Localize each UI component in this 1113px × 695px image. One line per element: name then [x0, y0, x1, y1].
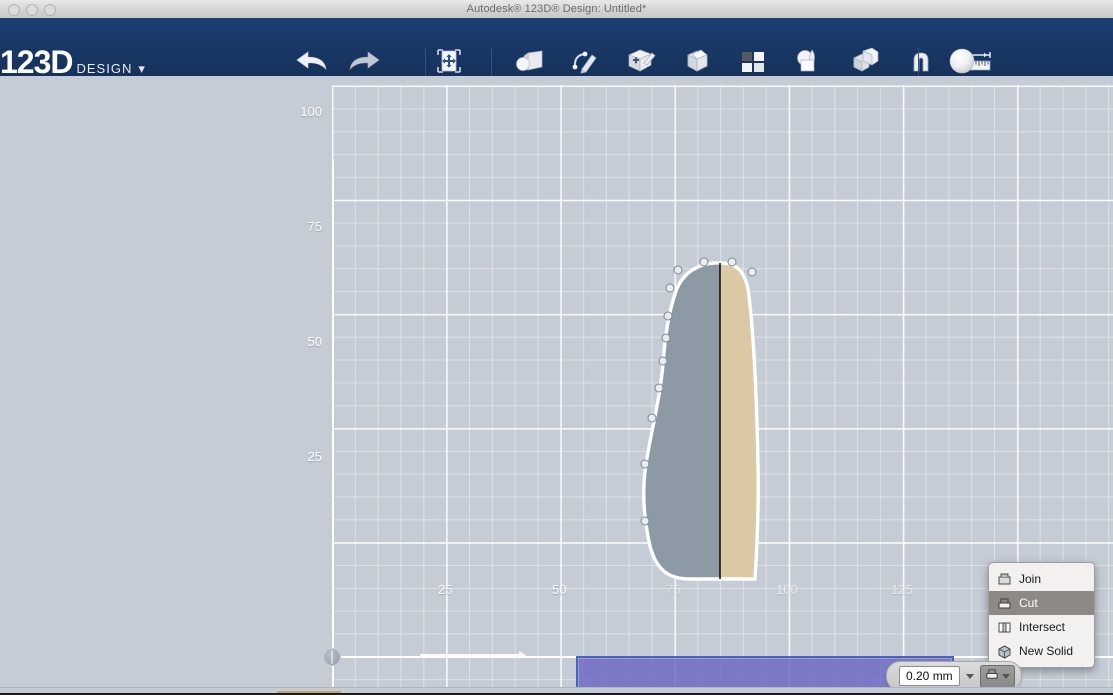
- menu-item-join-label: Join: [1019, 572, 1042, 586]
- sketch-button[interactable]: [568, 44, 602, 86]
- chevron-down-icon[interactable]: ▾: [138, 61, 145, 77]
- menu-item-intersect[interactable]: Intersect: [989, 615, 1094, 639]
- logo-123d: 123D: [0, 44, 73, 80]
- origin-marker-icon[interactable]: [323, 648, 341, 666]
- sketch-pencil-icon: [568, 47, 602, 75]
- material-button[interactable]: [945, 44, 979, 78]
- toolbar-separator-2: [491, 48, 492, 76]
- snap-grid-icon: [985, 667, 999, 686]
- y-axis-line: [332, 161, 334, 687]
- design-canvas[interactable]: 100 75 50 25 25 50 75 100 125: [0, 76, 1113, 687]
- menu-item-new-solid[interactable]: New Solid: [989, 639, 1094, 663]
- snap-mode-button[interactable]: [979, 664, 1015, 688]
- intersect-icon: [997, 620, 1012, 635]
- magnet-icon: [905, 47, 937, 75]
- undo-arrow-icon: [295, 48, 331, 74]
- construct-cube-icon: [624, 47, 658, 75]
- primitives-icon: [512, 47, 546, 75]
- grouping-icon: [792, 47, 826, 75]
- join-icon: [997, 572, 1012, 587]
- history-group: [296, 44, 380, 78]
- app-logo[interactable]: 123D DESIGN ▾: [0, 46, 145, 78]
- menu-item-new-solid-label: New Solid: [1019, 644, 1074, 658]
- combine-solids-icon: [848, 47, 882, 75]
- x-tick-25: 25: [438, 582, 453, 597]
- main-toolbar: 123D DESIGN ▾: [0, 18, 1113, 86]
- window-controls[interactable]: [8, 4, 56, 16]
- y-tick-25: 25: [307, 449, 322, 464]
- close-button[interactable]: [8, 4, 20, 16]
- minimize-button[interactable]: [26, 4, 38, 16]
- snap-mode-chevron-down-icon[interactable]: [1001, 673, 1010, 679]
- primitives-button[interactable]: [512, 44, 546, 86]
- y-tick-75: 75: [307, 219, 322, 234]
- y-tick-100: 100: [300, 104, 322, 119]
- transform-move-icon: [434, 46, 464, 76]
- x-tick-100: 100: [776, 582, 798, 597]
- new-solid-icon: [997, 644, 1012, 659]
- undo-button[interactable]: [296, 44, 330, 78]
- pattern-grid-icon: [738, 47, 768, 75]
- x-tick-50: 50: [552, 582, 567, 597]
- modify-button[interactable]: [680, 44, 714, 86]
- snap-value-text: 0.20 mm: [906, 669, 953, 683]
- material-sphere-icon: [947, 46, 977, 76]
- snap-value-chevron-down-icon[interactable]: [965, 673, 974, 679]
- snap-button[interactable]: [904, 44, 938, 78]
- material-group: [945, 44, 979, 78]
- zoom-button[interactable]: [44, 4, 56, 16]
- tools-group: [512, 44, 994, 86]
- app-window: Autodesk® 123D® Design: Untitled* 123D D…: [0, 0, 1113, 695]
- cut-icon: [997, 596, 1012, 611]
- combine-button[interactable]: [848, 44, 882, 86]
- menu-item-intersect-label: Intersect: [1019, 620, 1066, 634]
- pattern-button[interactable]: [736, 44, 770, 86]
- redo-arrow-icon: [345, 48, 381, 74]
- toolbar-separator-3: [918, 48, 919, 76]
- y-tick-50: 50: [307, 334, 322, 349]
- grouping-button[interactable]: [792, 44, 826, 86]
- menu-item-cut-label: Cut: [1019, 596, 1038, 610]
- construct-button[interactable]: [624, 44, 658, 86]
- snap-value-field[interactable]: 0.20 mm: [899, 666, 960, 686]
- menu-item-cut[interactable]: Cut: [989, 591, 1094, 615]
- transform-group: [432, 44, 466, 86]
- window-title: Autodesk® 123D® Design: Untitled*: [466, 3, 647, 15]
- menu-item-join[interactable]: Join: [989, 567, 1094, 591]
- redo-button[interactable]: [346, 44, 380, 78]
- logo-design: DESIGN: [76, 61, 133, 76]
- transform-button[interactable]: [432, 44, 466, 86]
- toolbar-separator-1: [425, 48, 426, 76]
- modify-cube-icon: [680, 47, 714, 75]
- window-titlebar: Autodesk® 123D® Design: Untitled*: [0, 0, 1113, 19]
- x-tick-75: 75: [666, 582, 681, 597]
- x-axis-direction-arrow-icon: [420, 651, 526, 659]
- combine-operation-menu[interactable]: Join Cut Intersect New Solid: [988, 562, 1095, 668]
- x-tick-125: 125: [891, 582, 913, 597]
